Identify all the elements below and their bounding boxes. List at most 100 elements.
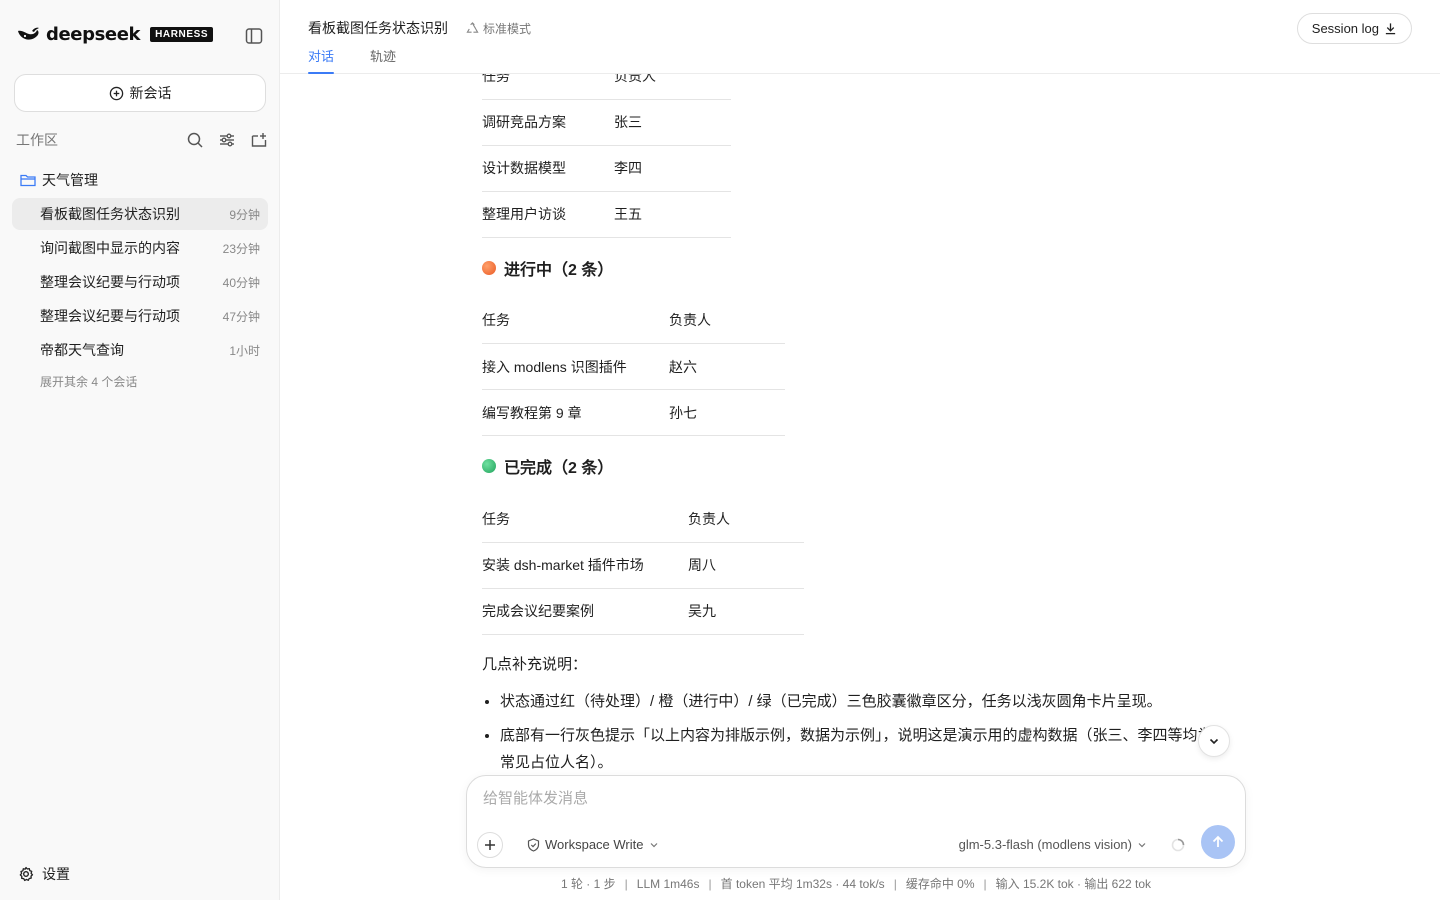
- owner-cell: 张三: [614, 99, 731, 146]
- table-row: 编写教程第 9 章 孙七: [482, 389, 785, 436]
- workspace-label: 工作区: [16, 132, 58, 148]
- chevron-down-icon: [1138, 842, 1146, 847]
- session-item[interactable]: 帝都天气查询 1小时: [12, 334, 268, 366]
- session-list: 看板截图任务状态识别 9分钟 询问截图中显示的内容 23分钟 整理会议纪要与行动…: [12, 198, 268, 368]
- table-row: 设计数据模型 李四: [482, 145, 731, 192]
- in-progress-table: 任务 负责人 接入 modlens 识图插件 赵六 编写教程第 9 章 孙七: [482, 297, 785, 436]
- session-time: 23分钟: [222, 241, 260, 256]
- arrow-up-icon: [1212, 835, 1224, 847]
- table-row: 接入 modlens 识图插件 赵六: [482, 343, 785, 390]
- status-cache: 缓存命中 0%: [905, 877, 975, 891]
- owner-cell: 吴九: [688, 588, 804, 635]
- folder-weather[interactable]: 天气管理: [20, 170, 98, 190]
- section-heading-in-progress: 进行中（2 条）: [482, 238, 1222, 298]
- table-header-cell: 负责人: [688, 496, 804, 543]
- download-icon: [1385, 23, 1396, 35]
- add-attachment-button[interactable]: [477, 832, 503, 858]
- session-time: 1小时: [229, 343, 260, 358]
- table-header-cell: 任务: [482, 496, 688, 543]
- session-title: 整理会议纪要与行动项: [40, 274, 180, 290]
- table-header-row: 任务 负责人: [482, 74, 731, 100]
- chat-area[interactable]: 任务 负责人 调研竞品方案 张三 设计数据模型 李四 整理用户访谈 王五 进行中…: [280, 74, 1440, 774]
- sidebar: deepseek HARNESS 新会话 工作区 天气管理 看板截图任务状态识别…: [0, 0, 280, 900]
- message-composer: Workspace Write glm-5.3-flash (modlens v…: [466, 775, 1246, 868]
- tab-bar: 对话 轨迹: [308, 46, 396, 74]
- permission-selector[interactable]: Workspace Write: [527, 837, 659, 852]
- task-cell: 设计数据模型: [482, 145, 614, 192]
- assistant-message: 任务 负责人 调研竞品方案 张三 设计数据模型 李四 整理用户访谈 王五 进行中…: [482, 74, 1222, 774]
- session-log-button[interactable]: Session log: [1296, 13, 1412, 44]
- expand-more-sessions-link[interactable]: 展开其余 4 个会话: [40, 373, 137, 390]
- session-item[interactable]: 看板截图任务状态识别 9分钟: [12, 198, 268, 230]
- model-selector[interactable]: glm-5.3-flash (modlens vision): [959, 837, 1147, 852]
- new-folder-icon[interactable]: [250, 131, 268, 149]
- session-item[interactable]: 询问截图中显示的内容 23分钟: [12, 232, 268, 264]
- list-item: 状态通过红（待处理）/ 橙（进行中）/ 绿（已完成）三色胶囊徽章区分，任务以浅灰…: [500, 688, 1222, 715]
- tab-chat[interactable]: 对话: [308, 46, 335, 74]
- status-first-token: 首 token 平均 1m32s · 44 tok/s: [720, 877, 885, 891]
- owner-cell: 李四: [614, 145, 731, 192]
- chevron-down-icon: [1209, 738, 1219, 745]
- session-item[interactable]: 整理会议纪要与行动项 40分钟: [12, 266, 268, 298]
- shield-check-icon: [527, 837, 540, 852]
- status-bar: 1 轮 · 1 步 | LLM 1m46s | 首 token 平均 1m32s · 4…: [560, 877, 1152, 891]
- new-chat-button[interactable]: 新会话: [14, 74, 266, 112]
- owner-cell: 王五: [614, 191, 731, 238]
- workspace-header: 工作区: [16, 130, 268, 150]
- session-title: 看板截图任务状态识别: [40, 206, 180, 222]
- table-header-cell: 任务: [482, 297, 669, 344]
- gear-icon: [19, 866, 34, 882]
- table-header-cell: 任务: [482, 74, 614, 100]
- notes-list: 状态通过红（待处理）/ 橙（进行中）/ 绿（已完成）三色胶囊徽章区分，任务以浅灰…: [482, 688, 1222, 775]
- recycle-icon: [466, 21, 479, 33]
- session-item[interactable]: 整理会议纪要与行动项 47分钟: [12, 300, 268, 332]
- model-label: glm-5.3-flash (modlens vision): [958, 837, 1132, 852]
- table-row: 调研竞品方案 张三: [482, 99, 731, 146]
- task-cell: 整理用户访谈: [482, 191, 614, 238]
- table-header-cell: 负责人: [669, 297, 785, 344]
- list-item: 底部有一行灰色提示「以上内容为排版示例，数据为示例」，说明这是演示用的虚构数据（…: [500, 722, 1222, 775]
- table-header-row: 任务 负责人: [482, 297, 785, 344]
- session-title: 询问截图中显示的内容: [40, 240, 180, 256]
- sidebar-toggle-icon[interactable]: [244, 26, 264, 46]
- mode-label: 标准模式: [483, 21, 532, 36]
- task-cell: 编写教程第 9 章: [482, 389, 669, 436]
- session-title: 帝都天气查询: [40, 342, 124, 358]
- owner-cell: 周八: [688, 542, 804, 589]
- tab-trace[interactable]: 轨迹: [370, 46, 396, 74]
- table-header-cell: 负责人: [614, 74, 731, 100]
- folder-icon: [20, 174, 36, 187]
- pending-task-table: 任务 负责人 调研竞品方案 张三 设计数据模型 李四 整理用户访谈 王五: [482, 74, 731, 238]
- plus-icon: [485, 840, 495, 850]
- orange-status-dot: [482, 260, 496, 275]
- message-input[interactable]: [483, 790, 1223, 807]
- session-time: 9分钟: [229, 207, 260, 222]
- session-title: 整理会议纪要与行动项: [40, 308, 180, 324]
- section-heading-text: 进行中（2 条）: [504, 261, 614, 279]
- section-heading-done: 已完成（2 条）: [482, 436, 1222, 496]
- brand[interactable]: deepseek HARNESS: [16, 24, 214, 45]
- search-icon[interactable]: [186, 131, 204, 149]
- session-log-label: Session log: [1311, 21, 1379, 36]
- green-status-dot: [482, 459, 496, 473]
- done-table: 任务 负责人 安装 dsh-market 插件市场 周八 完成会议纪要案例 吴九: [482, 496, 804, 635]
- new-chat-label: 新会话: [129, 85, 172, 101]
- mode-badge[interactable]: 标准模式: [466, 20, 531, 37]
- settings-button[interactable]: 设置: [18, 864, 70, 884]
- status-turns: 1 轮 · 1 步: [560, 877, 616, 891]
- status-io-tokens: 输入 15.2K tok · 输出 622 tok: [995, 877, 1152, 891]
- filter-sliders-icon[interactable]: [218, 131, 236, 149]
- owner-cell: 赵六: [669, 343, 785, 390]
- whale-logo-icon: [18, 27, 39, 40]
- task-cell: 安装 dsh-market 插件市场: [482, 542, 688, 589]
- settings-label: 设置: [42, 866, 70, 882]
- session-time: 47分钟: [222, 309, 260, 324]
- notes-title: 几点补充说明：: [482, 655, 588, 673]
- table-row: 完成会议纪要案例 吴九: [482, 588, 804, 635]
- chevron-down-icon: [650, 842, 657, 847]
- task-cell: 调研竞品方案: [482, 99, 614, 146]
- scroll-to-bottom-button[interactable]: [1198, 725, 1230, 757]
- table-row: 整理用户访谈 王五: [482, 191, 731, 238]
- send-button[interactable]: [1201, 825, 1235, 859]
- table-header-row: 任务 负责人: [482, 496, 804, 543]
